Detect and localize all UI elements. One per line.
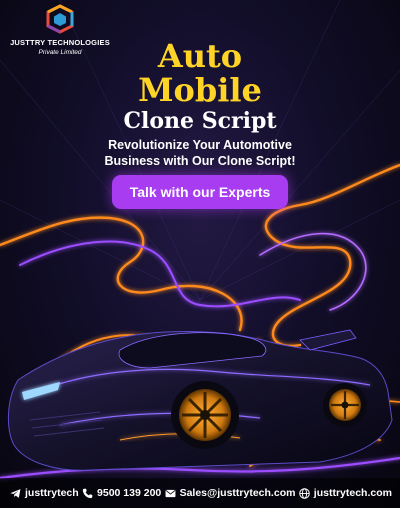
globe-icon — [299, 487, 310, 499]
telegram-icon — [10, 488, 21, 498]
email-link[interactable]: Sales@justtrytech.com — [165, 487, 296, 499]
talk-with-experts-button[interactable]: Talk with our Experts — [112, 175, 288, 209]
mail-icon — [165, 489, 176, 497]
contact-footer: justtrytech 9500 139 200 Sales@justtryte… — [0, 478, 400, 508]
poster: JUSTTRY TECHNOLOGIES Private Limited Aut… — [0, 0, 400, 508]
logo-hexagon-icon — [46, 4, 74, 34]
tagline-line-2: Business with Our Clone Script! — [104, 154, 296, 168]
front-wheel — [171, 381, 239, 449]
phone-icon — [82, 488, 93, 498]
headline-line-2: Mobile — [138, 71, 262, 109]
email-address: Sales@justtrytech.com — [179, 487, 296, 499]
website-url: justtrytech.com — [313, 487, 392, 499]
headline-line-3: Clone Script — [123, 108, 277, 134]
tagline: Revolutionize Your Automotive Business w… — [0, 137, 400, 169]
tagline-line-1: Revolutionize Your Automotive — [108, 138, 292, 152]
headline-line-1: Auto — [157, 37, 243, 75]
rear-wheel — [323, 383, 367, 427]
telegram-link[interactable]: justtrytech — [10, 487, 79, 499]
phone-number: 9500 139 200 — [97, 487, 162, 499]
telegram-handle: justtrytech — [25, 487, 79, 499]
phone-link[interactable]: 9500 139 200 — [82, 487, 161, 499]
website-link[interactable]: justtrytech.com — [299, 487, 392, 499]
